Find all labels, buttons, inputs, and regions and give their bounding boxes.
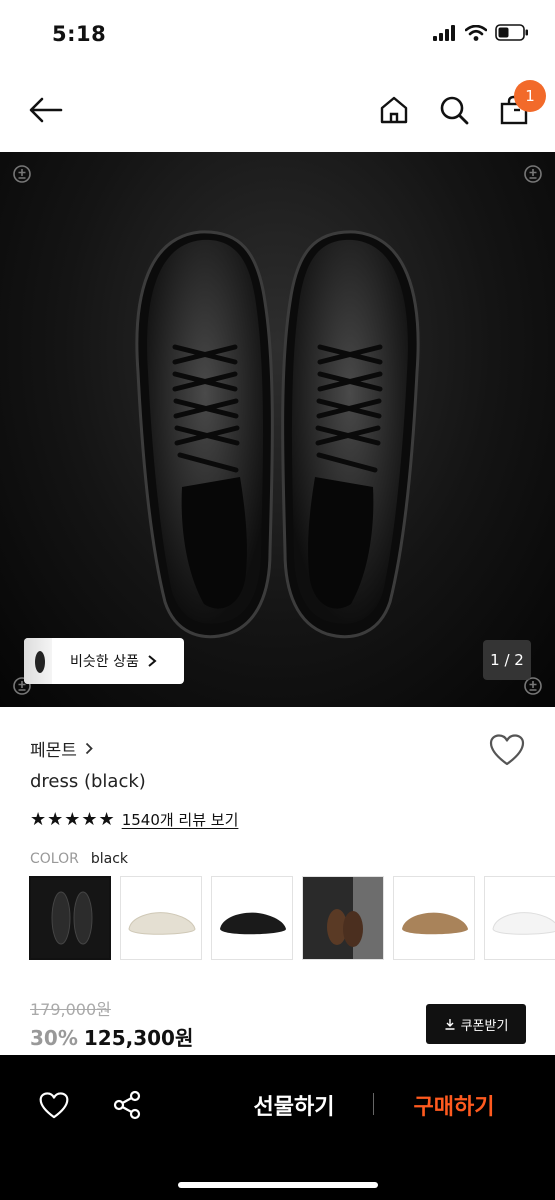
star-rating: ★★★★★ [30,809,116,830]
price-row: 30% 125,300원 [30,1022,193,1051]
color-label: COLOR [30,851,79,867]
wishlist-button[interactable] [489,734,525,770]
button-divider [373,1093,374,1115]
watermark-icon [524,165,542,183]
color-swatch[interactable] [120,876,202,960]
coupon-download-button[interactable]: 쿠폰받기 [426,1004,526,1044]
rating-row: ★★★★★ 1540개 리뷰 보기 [30,809,238,830]
color-swatch[interactable] [29,876,111,960]
heart-icon [39,1091,69,1118]
back-arrow-icon [29,97,63,123]
image-page-indicator: 1 / 2 [483,640,531,680]
back-button[interactable] [26,90,66,130]
color-swatch[interactable] [211,876,293,960]
wifi-icon [465,24,487,41]
swatch-image [212,877,292,959]
review-link[interactable]: 1540개 리뷰 보기 [122,809,239,830]
product-image-carousel[interactable]: 비슷한 상품 1 / 2 [0,152,555,707]
color-selector-header: COLOR black [30,851,128,867]
download-icon [445,1019,455,1030]
similar-products-button[interactable]: 비슷한 상품 [24,638,184,684]
brand-name: 페몬트 [30,741,77,761]
sale-price: 125,300원 [83,1026,194,1050]
watermark-icon [13,165,31,183]
brand-link[interactable]: 페몬트 [30,736,93,761]
swatch-image [121,877,201,959]
share-button[interactable] [109,1087,145,1123]
search-button[interactable] [434,90,474,130]
original-price: 179,000원 [30,1000,111,1019]
buy-button[interactable]: 구매하기 [392,1083,516,1127]
selected-color-value: black [90,851,129,867]
cart-count-badge: 1 [514,80,546,112]
home-icon [380,96,408,124]
home-button[interactable] [374,90,414,130]
color-swatch[interactable] [484,876,555,960]
share-icon [113,1090,141,1120]
home-indicator [178,1182,378,1188]
chevron-right-icon [85,742,93,755]
status-time: 5:18 [52,22,107,46]
product-photo [135,230,420,639]
swatch-image [485,877,555,959]
coupon-label: 쿠폰받기 [460,1018,509,1034]
color-swatch-list [29,876,555,960]
battery-icon [495,24,528,41]
search-icon [440,96,469,125]
discount-rate: 30% [30,1026,78,1050]
swatch-image [394,877,474,959]
cart-button[interactable]: 1 [494,80,546,130]
color-swatch[interactable] [302,876,384,960]
status-icons [433,24,529,41]
product-name: dress (black) [30,771,146,792]
swatch-image [31,878,109,958]
status-bar: 5:18 [0,0,555,70]
chevron-right-icon [148,655,157,667]
gift-button[interactable]: 선물하기 [232,1083,356,1127]
color-swatch[interactable] [393,876,475,960]
similar-products-label: 비슷한 상품 [70,654,139,670]
bottom-wishlist-button[interactable] [36,1087,72,1123]
signal-icon [433,24,455,41]
bottom-action-bar: 선물하기 구매하기 [0,1055,555,1200]
top-nav: 1 [0,70,555,152]
similar-product-thumbnail [24,638,52,684]
swatch-image [303,877,383,959]
heart-icon [489,734,525,766]
